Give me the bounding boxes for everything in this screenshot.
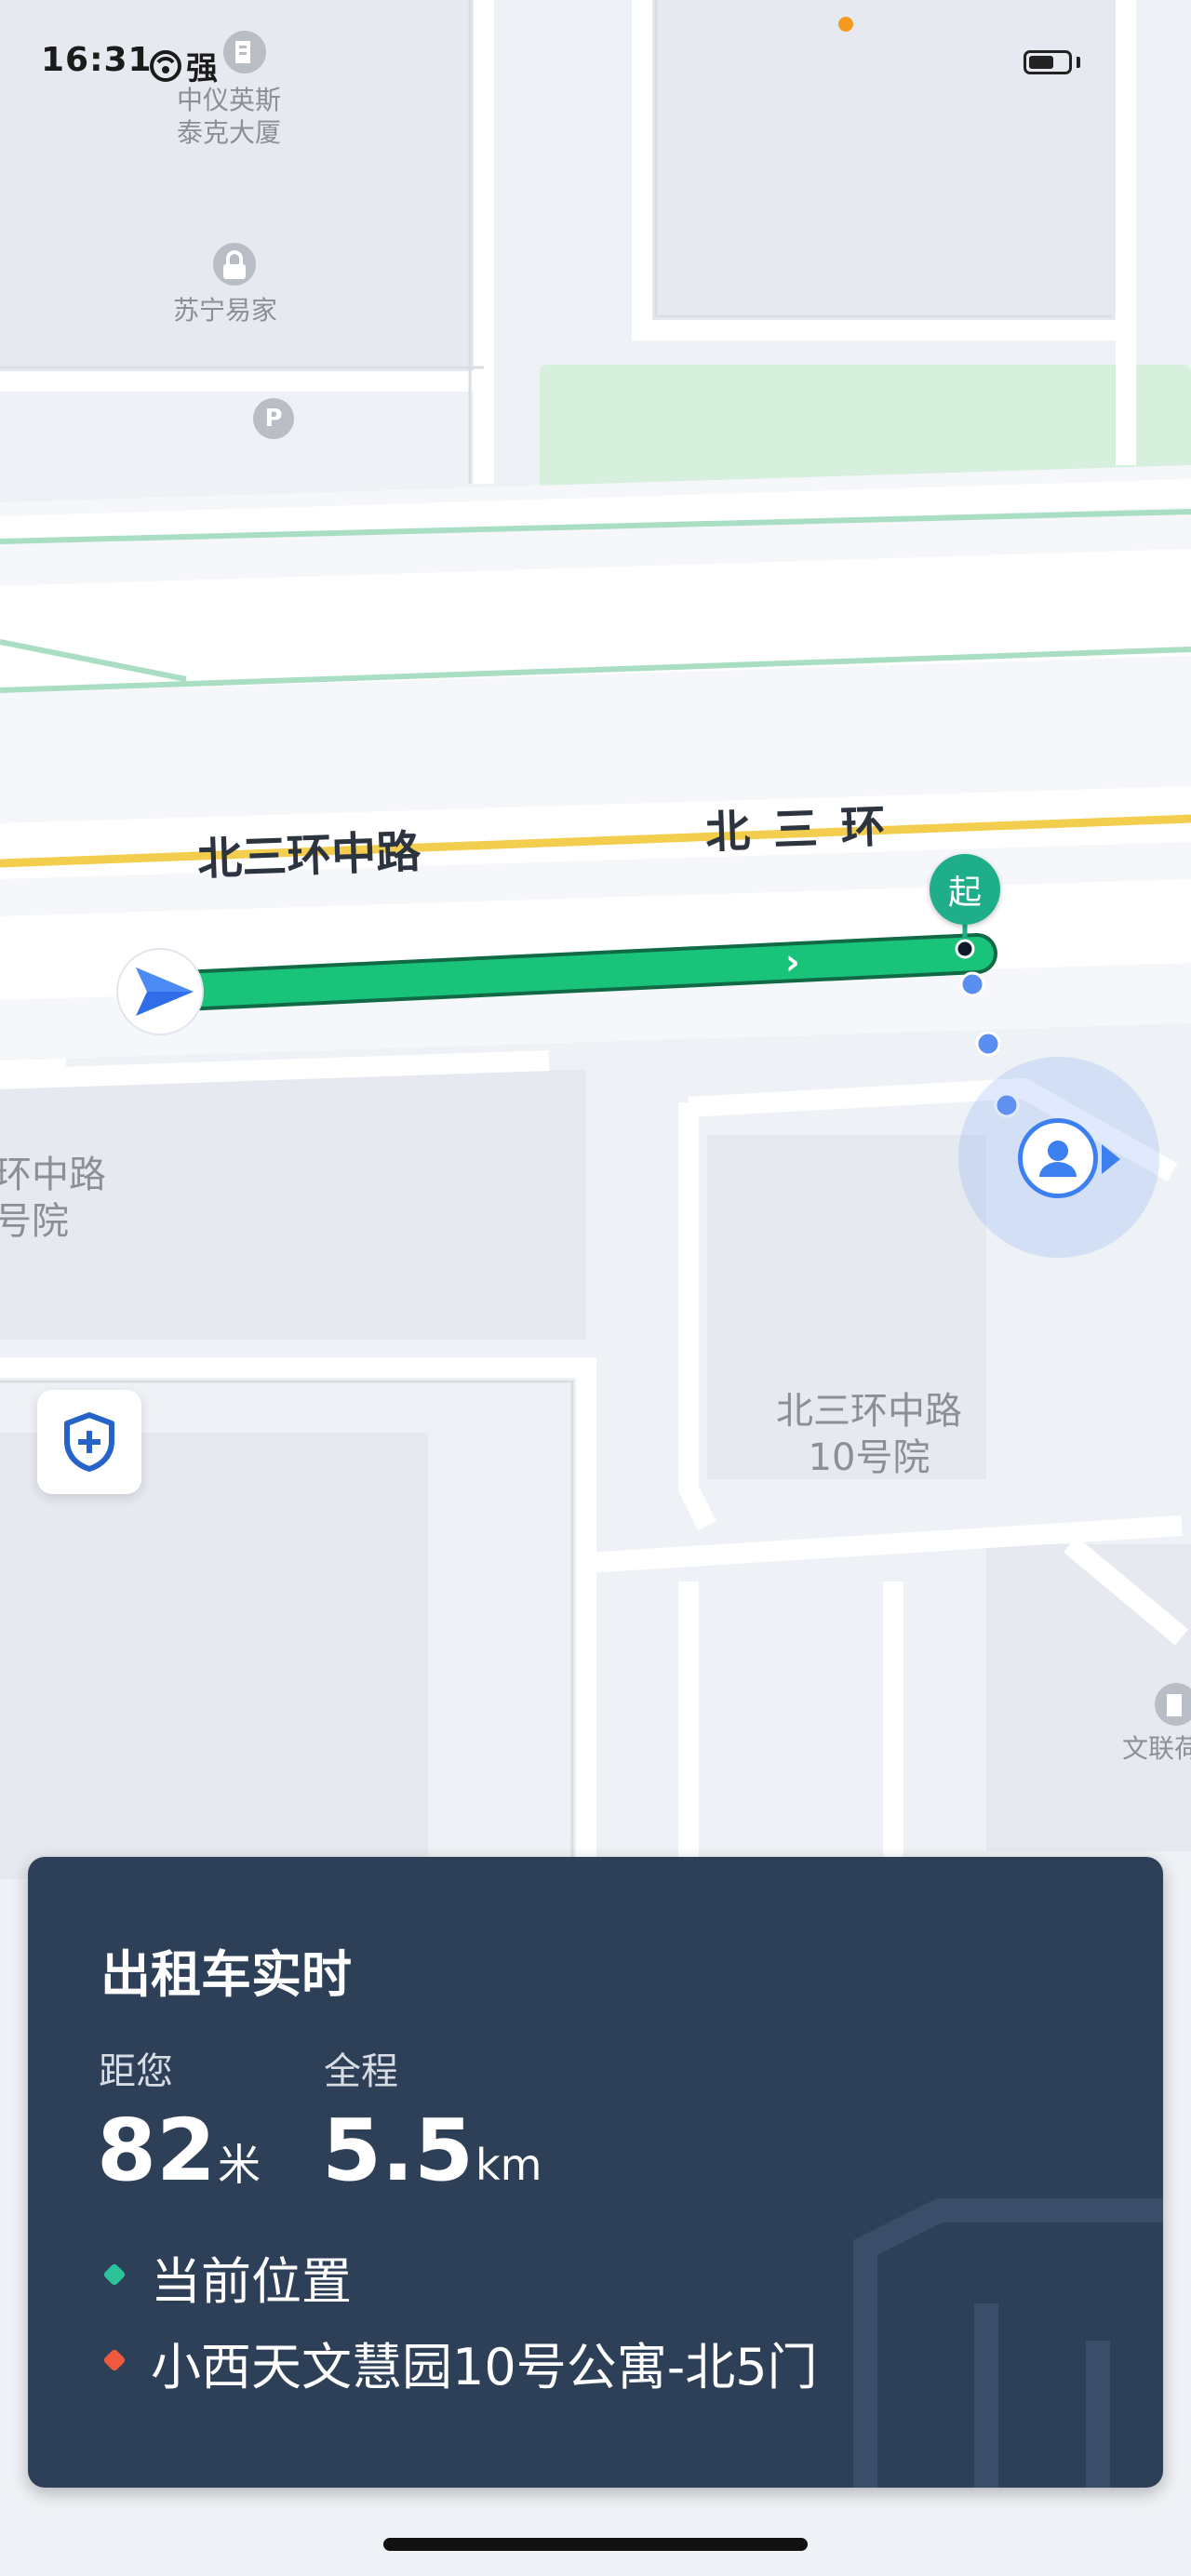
signal-text: 强 — [186, 50, 218, 87]
signal-indicator: 强 — [149, 43, 218, 88]
walk-dot — [959, 971, 985, 997]
road-label-beisanhuan-middle: 北三环中路 — [196, 825, 422, 887]
total-label: 全程 — [324, 2050, 398, 2093]
distance-number: 82 — [97, 2101, 217, 2200]
destination-text: 小西天文慧园10号公寓-北5门 — [151, 2338, 818, 2396]
current-location-dot — [102, 2262, 127, 2287]
person-icon — [1039, 1141, 1077, 1177]
svg-text:›: › — [785, 941, 800, 982]
heading-arrow-icon — [1102, 1144, 1120, 1174]
current-location-text: 当前位置 — [151, 2252, 352, 2311]
shield-plus-icon — [64, 1412, 114, 1472]
user-location-icon[interactable] — [1018, 1118, 1098, 1198]
card-background-map — [853, 2198, 1163, 2488]
road-label-beisanhuan: 北 三 环 — [704, 800, 890, 860]
destination-dot — [102, 2348, 127, 2372]
total-value: 5.5km — [322, 2108, 542, 2194]
total-number: 5.5 — [322, 2101, 474, 2200]
poi-label-tower[interactable]: 中仪英斯 泰克大厦 — [177, 84, 281, 149]
poi-label-suning[interactable]: 苏宁易家 — [173, 294, 277, 327]
status-time: 16:31 — [41, 41, 153, 79]
distance-value: 82米 — [97, 2108, 261, 2194]
home-indicator[interactable] — [383, 2538, 808, 2551]
parking-icon[interactable]: P — [253, 398, 294, 439]
taxi-realtime-card[interactable]: 出租车实时 距您 全程 82米 5.5km 当前位置 小西天文慧园10号公寓-北… — [28, 1857, 1163, 2488]
safety-shield-button[interactable] — [37, 1390, 141, 1494]
start-point-badge[interactable]: 起 — [930, 854, 1000, 925]
poi-label-right-edge[interactable]: 文联荷 — [1122, 1732, 1191, 1765]
hd-signal-icon — [150, 49, 181, 82]
poi-label-block-10[interactable]: 北三环中路 10号院 — [776, 1388, 962, 1481]
poi-label-left-block[interactable]: 环中路 号院 — [0, 1152, 106, 1245]
distance-unit: 米 — [218, 2140, 261, 2190]
total-unit: km — [475, 2140, 542, 2190]
battery-nub — [1077, 57, 1080, 68]
distance-label: 距您 — [99, 2050, 173, 2093]
walk-dot — [975, 1031, 1001, 1057]
battery-icon — [1024, 50, 1072, 74]
card-title: 出租车实时 — [100, 1945, 352, 2004]
